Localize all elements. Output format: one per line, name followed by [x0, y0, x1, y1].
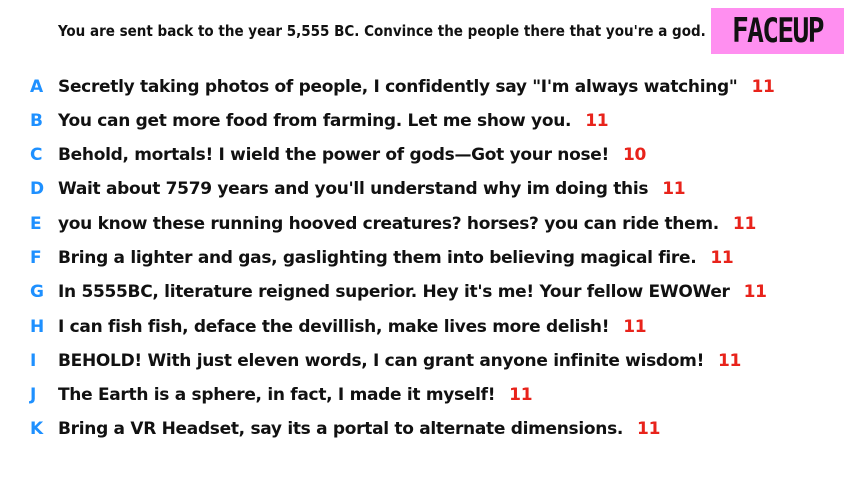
- entry-letter: I: [30, 351, 37, 371]
- entry-word-count: 11: [743, 282, 767, 302]
- entry-word-count: 10: [622, 145, 647, 165]
- entry-letter: K: [30, 419, 44, 439]
- entry-text: Bring a lighter and gas, gaslighting the…: [58, 248, 734, 268]
- entry-letter: A: [30, 77, 44, 97]
- entry-letter: H: [30, 317, 45, 337]
- faceup-logo: FACEUP: [711, 8, 844, 54]
- entry-letter: J: [30, 385, 37, 405]
- entry-letter: B: [30, 111, 43, 131]
- entry-word-count: 11: [637, 419, 661, 439]
- entry-word-count: 11: [732, 214, 756, 234]
- entry-text: Wait about 7579 years and you'll underst…: [58, 179, 686, 199]
- entry-word-count: 11: [585, 111, 609, 131]
- entry-word-count: 11: [710, 248, 734, 268]
- entry-text: I can fish fish, deface the devillish, m…: [58, 317, 647, 337]
- entry-text: In 5555BC, literature reigned superior. …: [58, 282, 767, 302]
- entry-letter: F: [30, 248, 42, 268]
- entry-word-count: 11: [623, 317, 647, 337]
- entry-word-count: 11: [662, 179, 686, 199]
- entry-word-count: 11: [718, 351, 742, 371]
- prompt-text: You are sent back to the year 5,555 BC. …: [58, 22, 706, 40]
- entry-text: The Earth is a sphere, in fact, I made i…: [58, 385, 533, 405]
- entry-text: you know these running hooved creatures?…: [58, 214, 756, 234]
- entry-word-count: 11: [751, 77, 775, 97]
- entry-word-count: 11: [509, 385, 533, 405]
- entry-text: Secretly taking photos of people, I conf…: [58, 77, 775, 97]
- entry-letter: G: [30, 282, 44, 302]
- entry-text: Behold, mortals! I wield the power of go…: [58, 145, 647, 165]
- entry-letter: E: [30, 214, 42, 234]
- entry-letter: C: [30, 145, 43, 165]
- entry-text: Bring a VR Headset, say its a portal to …: [58, 419, 661, 439]
- entry-text: You can get more food from farming. Let …: [58, 111, 609, 131]
- entry-text: BEHOLD! With just eleven words, I can gr…: [58, 351, 742, 371]
- entry-letter: D: [30, 179, 45, 199]
- logo-text: FACEUP: [732, 11, 825, 51]
